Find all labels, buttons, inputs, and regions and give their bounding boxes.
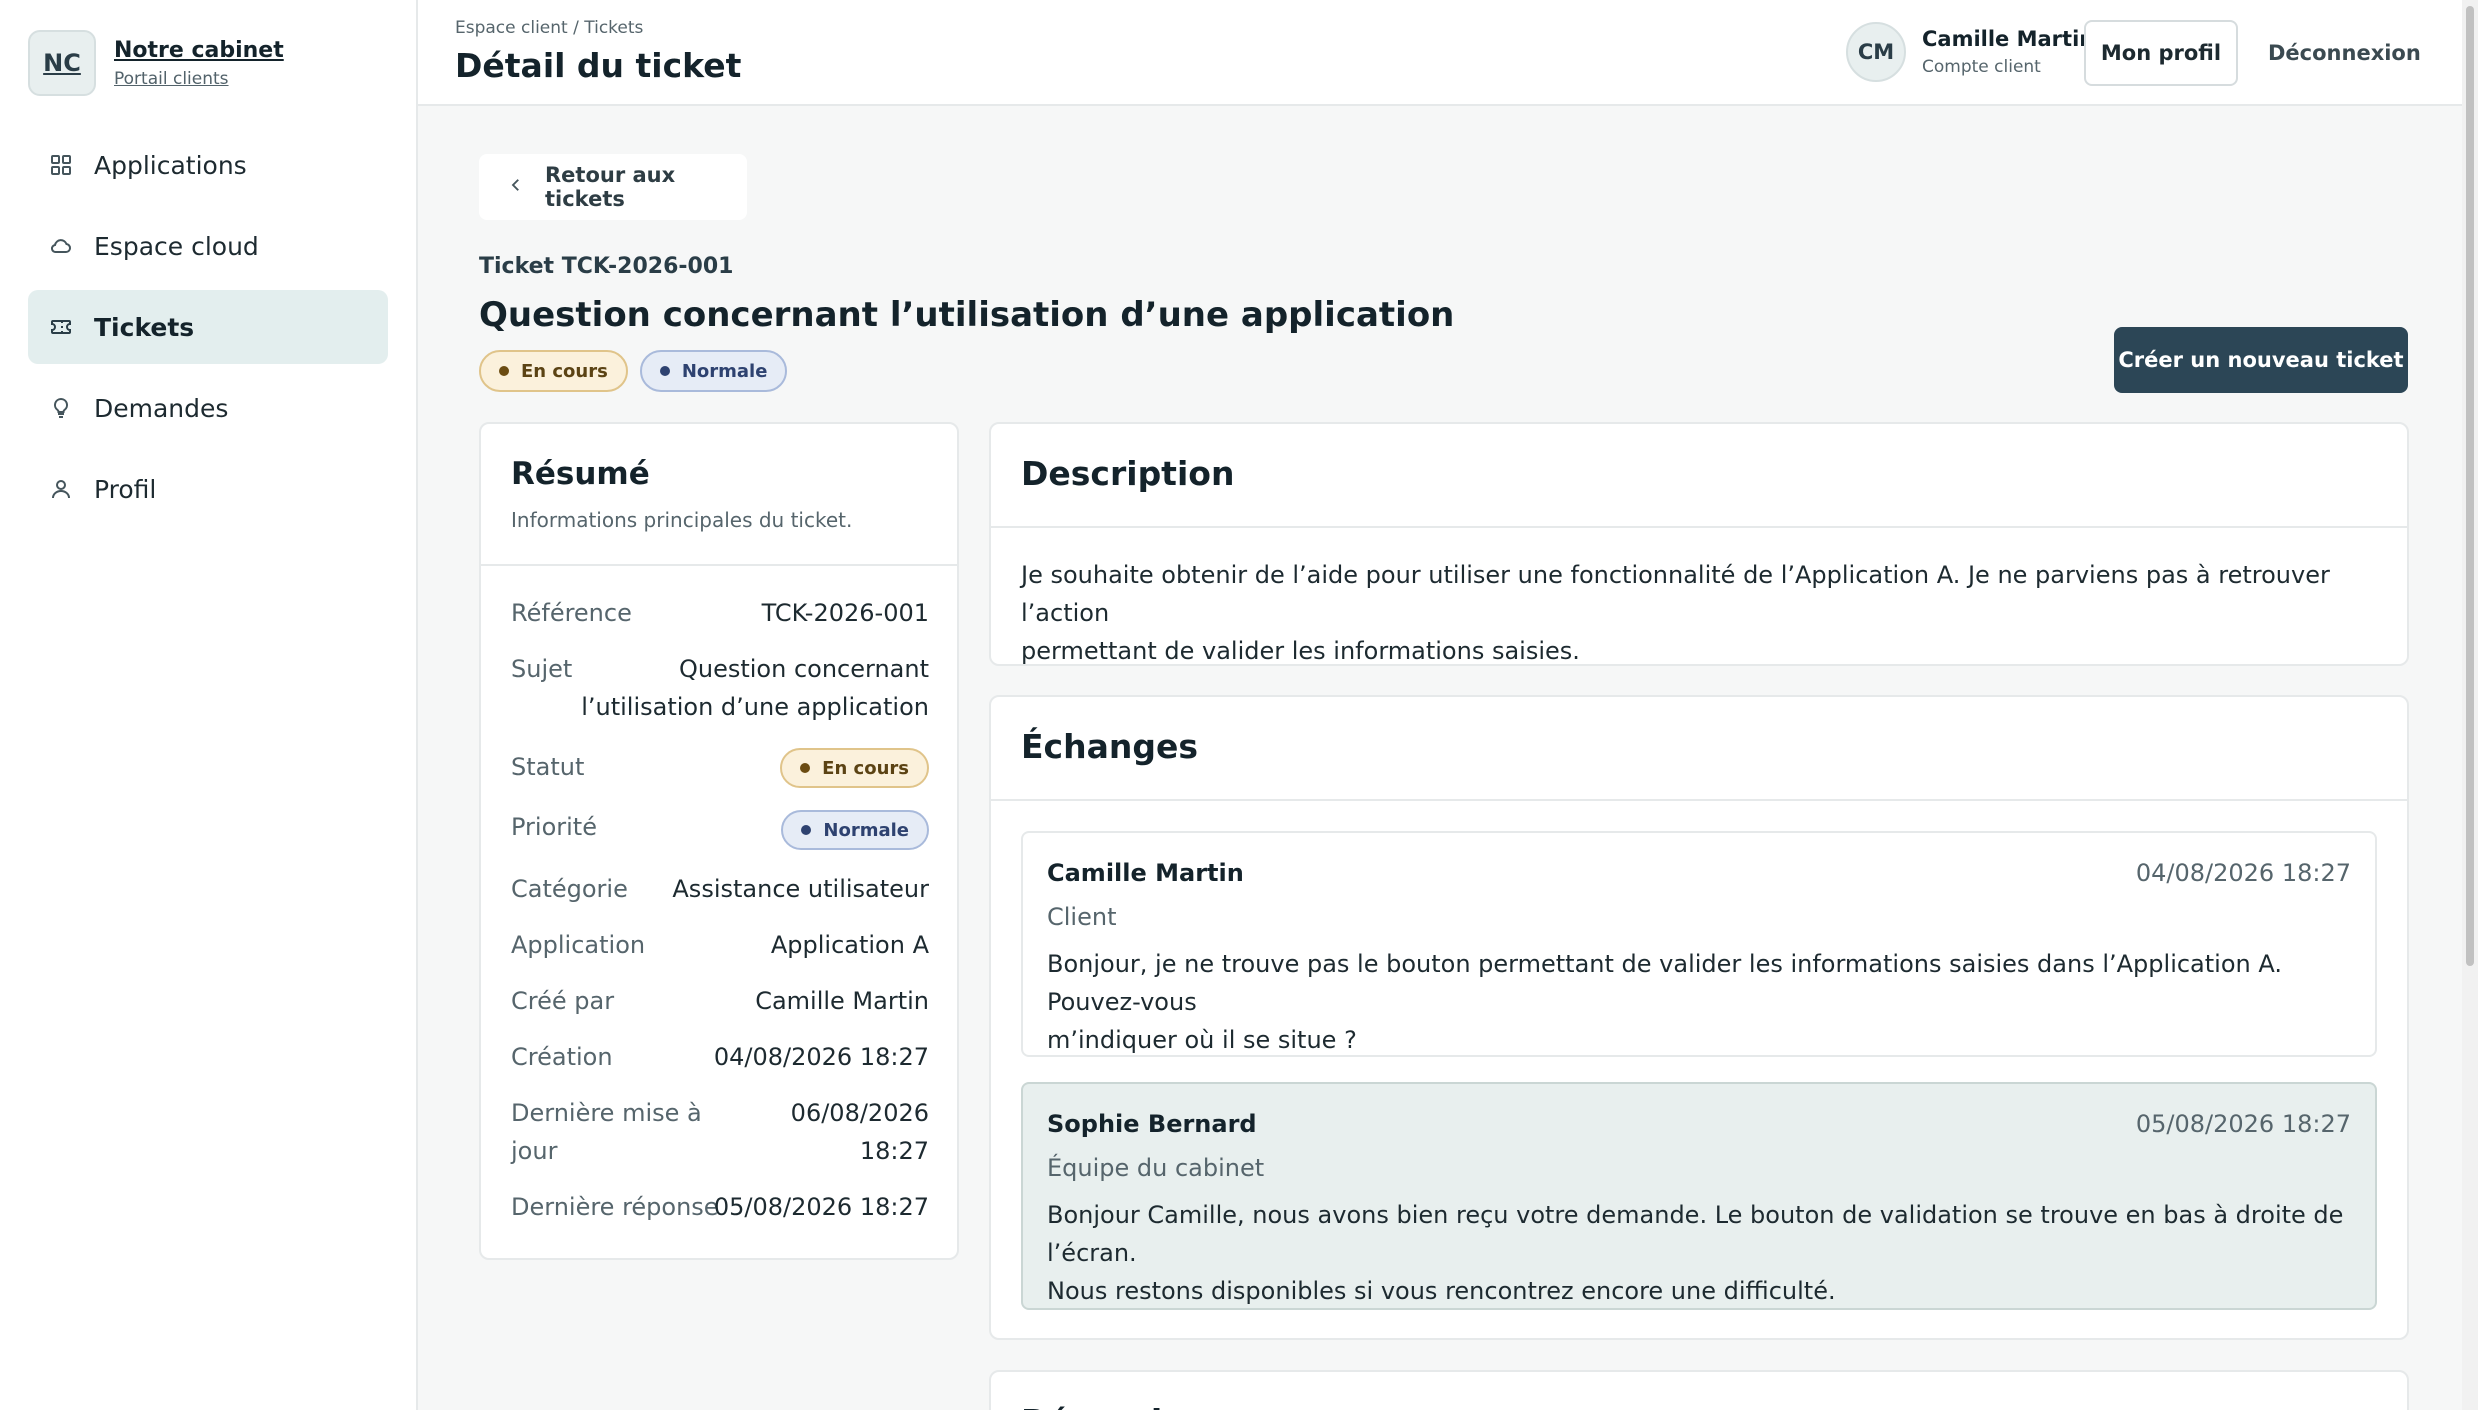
message-role: Client — [1047, 903, 1117, 931]
message-author: Camille Martin — [1047, 859, 1244, 887]
lightbulb-icon — [48, 395, 74, 421]
row-key: jour — [511, 1137, 558, 1165]
priority-dot — [801, 825, 812, 835]
row-key: Priorité — [511, 813, 597, 841]
row-key: Statut — [511, 753, 585, 781]
sidebar-item-espace-cloud[interactable]: Espace cloud — [28, 209, 388, 283]
description-title: Description — [991, 424, 2407, 528]
row-key: Sujet — [511, 655, 573, 683]
message-date: 04/08/2026 18:27 — [2135, 859, 2351, 887]
message-line: Nous restons disponibles si vous rencont… — [1047, 1277, 1836, 1305]
exchanges-title: Échanges — [991, 697, 2407, 801]
sidebar-item-label: Applications — [94, 150, 247, 180]
user-icon — [48, 476, 74, 502]
breadcrumb: Espace client / Tickets — [455, 18, 644, 38]
row-value: l’utilisation d’une application — [581, 693, 929, 721]
message-item: Camille Martin 04/08/2026 18:27 Client B… — [1021, 831, 2377, 1057]
page-scrollbar[interactable] — [2462, 0, 2478, 1410]
priority-label: Normale — [681, 360, 768, 382]
reply-title: Répondre — [991, 1372, 2407, 1410]
description-card: Description Je souhaite obtenir de l’aid… — [989, 422, 2409, 666]
description-line: permettant de valider les informations s… — [1021, 637, 1580, 665]
status-badge: En cours — [479, 350, 628, 392]
top-header: Espace client / Tickets Détail du ticket… — [418, 0, 2478, 106]
back-to-tickets-button[interactable]: Retour aux tickets — [479, 154, 747, 220]
row-key: Créé par — [511, 987, 615, 1015]
sidebar-item-label: Espace cloud — [94, 231, 259, 261]
profile-button[interactable]: Mon profil — [2084, 20, 2238, 86]
message-text: Bonjour, je ne trouve pas le bouton perm… — [1047, 945, 2359, 1059]
create-ticket-button[interactable]: Créer un nouveau ticket — [2114, 327, 2408, 393]
sidebar-item-label: Profil — [94, 474, 157, 504]
status-label: En cours — [521, 360, 608, 382]
row-value: Application A — [770, 931, 929, 959]
row-value: TCK-2026-001 — [761, 599, 929, 627]
ticket-title: Question concernant l’utilisation d’une … — [479, 295, 1455, 335]
row-value: Assistance utilisateur — [672, 875, 929, 903]
row-value: 18:27 — [859, 1137, 929, 1165]
back-label: Retour aux tickets — [545, 163, 676, 211]
user-info: CM Camille Martin Compte client — [1846, 22, 2094, 82]
priority-badge: Normale — [781, 810, 929, 850]
message-line: Bonjour Camille, nous avons bien reçu vo… — [1047, 1201, 2344, 1267]
sidebar: NC Notre cabinet Portail clients Applica… — [0, 0, 418, 1410]
message-line: Bonjour, je ne trouve pas le bouton perm… — [1047, 950, 2282, 1016]
row-key: Catégorie — [511, 875, 628, 903]
sidebar-item-label: Demandes — [94, 393, 229, 423]
cloud-icon — [48, 233, 74, 259]
row-value: 05/08/2026 18:27 — [713, 1193, 929, 1221]
page-title: Détail du ticket — [455, 46, 742, 85]
row-key: Dernière réponse — [511, 1193, 719, 1221]
brand-name[interactable]: Notre cabinet — [114, 38, 284, 63]
description-line: Je souhaite obtenir de l’aide pour utili… — [1021, 561, 2330, 627]
row-value: Camille Martin — [755, 987, 929, 1015]
avatar: CM — [1846, 22, 1906, 82]
brand-subtitle[interactable]: Portail clients — [114, 69, 284, 89]
message-author: Sophie Bernard — [1047, 1110, 1257, 1138]
ticket-reference: Ticket TCK-2026-001 — [479, 254, 734, 279]
row-key: Création — [511, 1043, 613, 1071]
status-badge: En cours — [780, 748, 929, 788]
user-name: Camille Martin — [1922, 27, 2095, 51]
exchanges-card: Échanges Camille Martin 04/08/2026 18:27… — [989, 695, 2409, 1340]
row-key: Dernière mise à — [511, 1099, 702, 1127]
sidebar-item-tickets[interactable]: Tickets — [28, 290, 388, 364]
brand[interactable]: NC Notre cabinet Portail clients — [28, 30, 284, 96]
summary-card: Résumé Informations principales du ticke… — [479, 422, 959, 1260]
message-line: m’indiquer où il se situe ? — [1047, 1026, 1357, 1054]
description-text: Je souhaite obtenir de l’aide pour utili… — [991, 528, 2407, 670]
scrollbar-thumb[interactable] — [2466, 6, 2474, 966]
sidebar-item-profil[interactable]: Profil — [28, 452, 388, 526]
row-value: Question concernant — [678, 655, 929, 683]
sidebar-item-label: Tickets — [94, 312, 195, 342]
ticket-badges: En cours Normale — [479, 350, 799, 392]
sidebar-nav: Applications Espace cloud Tickets Demand… — [28, 128, 388, 533]
status-label: En cours — [822, 757, 909, 779]
row-key: Référence — [511, 599, 632, 627]
status-dot — [499, 366, 509, 376]
priority-badge: Normale — [639, 350, 788, 392]
grid-icon — [48, 152, 74, 178]
sidebar-item-demandes[interactable]: Demandes — [28, 371, 388, 445]
message-date: 05/08/2026 18:27 — [2135, 1110, 2351, 1138]
status-dot — [800, 763, 811, 773]
chevron-left-icon — [507, 175, 525, 200]
row-value: 04/08/2026 18:27 — [713, 1043, 929, 1071]
message-text: Bonjour Camille, nous avons bien reçu vo… — [1047, 1196, 2359, 1310]
ticket-icon — [48, 314, 74, 340]
row-value: 06/08/2026 — [790, 1099, 929, 1127]
message-item: Sophie Bernard 05/08/2026 18:27 Équipe d… — [1021, 1082, 2377, 1310]
logout-button[interactable]: Déconnexion — [2268, 20, 2421, 86]
sidebar-item-applications[interactable]: Applications — [28, 128, 388, 202]
user-role: Compte client — [1922, 57, 2041, 77]
brand-logo[interactable]: NC — [28, 30, 96, 96]
summary-subtitle: Informations principales du ticket. — [511, 508, 853, 532]
priority-label: Normale — [823, 819, 909, 841]
row-key: Application — [511, 931, 646, 959]
summary-title: Résumé — [511, 456, 650, 492]
priority-dot — [659, 366, 670, 376]
reply-card: Répondre — [989, 1370, 2409, 1410]
message-role: Équipe du cabinet — [1047, 1154, 1265, 1182]
